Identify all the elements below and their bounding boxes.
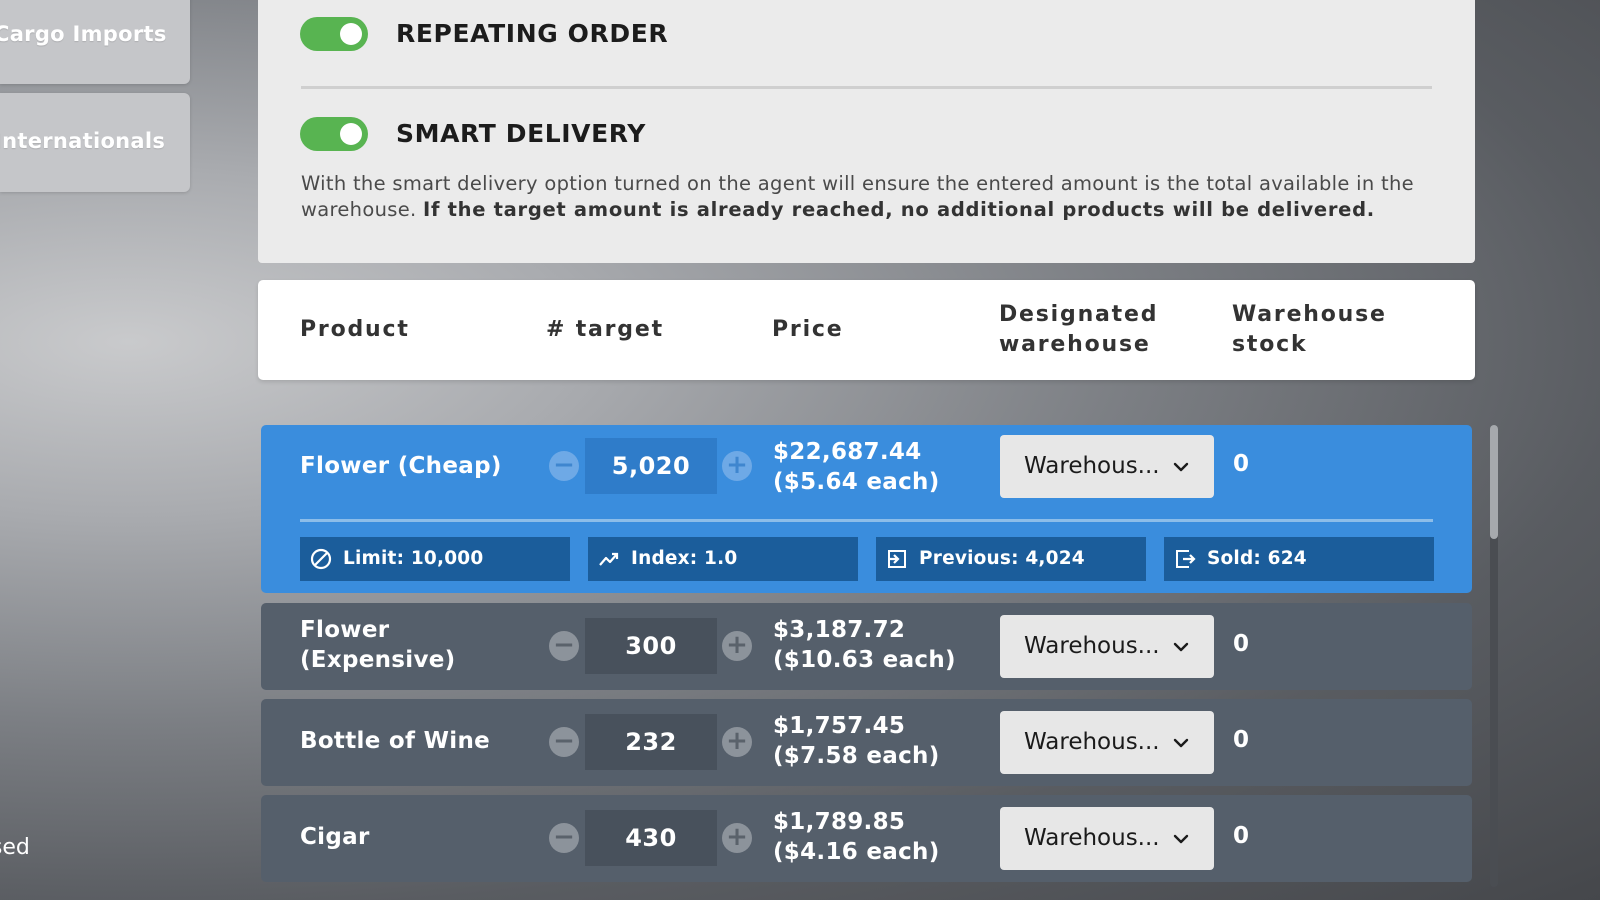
price-text: $1,757.45 ($7.58 each) [773,713,940,769]
increase-button[interactable]: + [722,727,752,757]
price-text: $1,789.85 ($4.16 each) [773,809,940,865]
target-quantity-input[interactable]: 300 [585,618,717,674]
limit-stat: Limit: 10,000 [300,537,570,581]
export-icon [1176,550,1196,568]
header-line: Designated [999,302,1159,327]
table-scrollbar[interactable] [1490,425,1498,887]
decrease-button[interactable]: − [549,451,579,481]
column-header-price: Price [772,317,844,342]
decrease-button[interactable]: − [549,727,579,757]
warehouse-dropdown-value: Warehous... [1024,825,1160,851]
chevron-down-icon [1173,642,1189,652]
table-row[interactable]: Cigar − 430 + $1,789.85 ($4.16 each) War… [261,795,1472,882]
warehouse-stock-value: 0 [1233,823,1250,849]
warehouse-dropdown-value: Warehous... [1024,633,1160,659]
increase-button[interactable]: + [722,451,752,481]
increase-button[interactable]: + [722,823,752,853]
table-row[interactable]: Flower (Cheap) − 5,020 + $22,687.44 ($5.… [261,425,1472,593]
header-line: warehouse [999,332,1151,357]
header-line: stock [1232,332,1308,357]
smart-delivery-description: With the smart delivery option turned on… [301,171,1441,223]
previous-stat-text: Previous: 4,024 [919,548,1085,569]
product-name: Flower (Expensive) [300,617,456,673]
repeating-order-toggle[interactable] [300,17,368,51]
table-row[interactable]: Bottle of Wine − 232 + $1,757.45 ($7.58 … [261,699,1472,786]
warehouse-stock-value: 0 [1233,451,1250,477]
trend-up-icon [599,552,619,566]
no-entry-icon [310,548,332,570]
row-divider [300,519,1433,522]
warehouse-stock-value: 0 [1233,727,1250,753]
warehouse-dropdown[interactable]: Warehous... [1000,615,1214,678]
increase-button[interactable]: + [722,631,752,661]
product-name: Flower (Cheap) [300,453,502,479]
sidebar-status-label: Closed [0,835,30,860]
column-header-warehouse-stock: Warehouse stock [1232,300,1387,360]
target-quantity-input[interactable]: 5,020 [585,438,717,494]
decrease-button[interactable]: − [549,631,579,661]
smart-delivery-label: SMART DELIVERY [396,119,646,148]
sold-stat: Sold: 624 [1164,537,1434,581]
description-bold-text: If the target amount is already reached,… [423,198,1375,221]
header-line: Warehouse [1232,302,1387,327]
scrollbar-thumb[interactable] [1490,425,1498,539]
toggle-knob [340,23,362,45]
warehouse-dropdown[interactable]: Warehous... [1000,435,1214,498]
warehouse-dropdown[interactable]: Warehous... [1000,807,1214,870]
product-name: Cigar [300,824,370,850]
toggle-knob [340,123,362,145]
table-row[interactable]: Flower (Expensive) − 300 + $3,187.72 ($1… [261,603,1472,690]
index-stat-text: Index: 1.0 [631,548,738,569]
column-header-product: Product [300,317,410,342]
limit-stat-text: Limit: 10,000 [343,548,484,569]
smart-delivery-toggle[interactable] [300,117,368,151]
warehouse-stock-value: 0 [1233,631,1250,657]
chevron-down-icon [1173,738,1189,748]
order-settings-panel: REPEATING ORDER SMART DELIVERY With the … [258,0,1475,263]
price-text: $3,187.72 ($10.63 each) [773,617,956,673]
column-header-target: # target [546,317,664,342]
repeating-order-label: REPEATING ORDER [396,19,669,48]
warehouse-dropdown-value: Warehous... [1024,729,1160,755]
previous-stat: Previous: 4,024 [876,537,1146,581]
sidebar-item-label: Internationals [0,129,166,153]
table-header: Product # target Price Designated wareho… [258,280,1475,380]
import-icon [888,550,906,568]
price-text: $22,687.44 ($5.64 each) [773,439,940,495]
target-quantity-input[interactable]: 430 [585,810,717,866]
sidebar-item-internationals[interactable]: Internationals [0,93,190,192]
sidebar-item-cargo-imports[interactable]: Cargo Imports [0,0,190,84]
target-quantity-input[interactable]: 232 [585,714,717,770]
sold-stat-text: Sold: 624 [1207,548,1307,569]
decrease-button[interactable]: − [549,823,579,853]
column-header-designated-warehouse: Designated warehouse [999,300,1158,360]
chevron-down-icon [1173,462,1189,472]
sidebar-item-label: Cargo Imports [0,22,167,46]
index-stat: Index: 1.0 [588,537,858,581]
warehouse-dropdown-value: Warehous... [1024,453,1160,479]
product-name: Bottle of Wine [300,728,491,754]
settings-divider [301,86,1432,89]
chevron-down-icon [1173,834,1189,844]
warehouse-dropdown[interactable]: Warehous... [1000,711,1214,774]
